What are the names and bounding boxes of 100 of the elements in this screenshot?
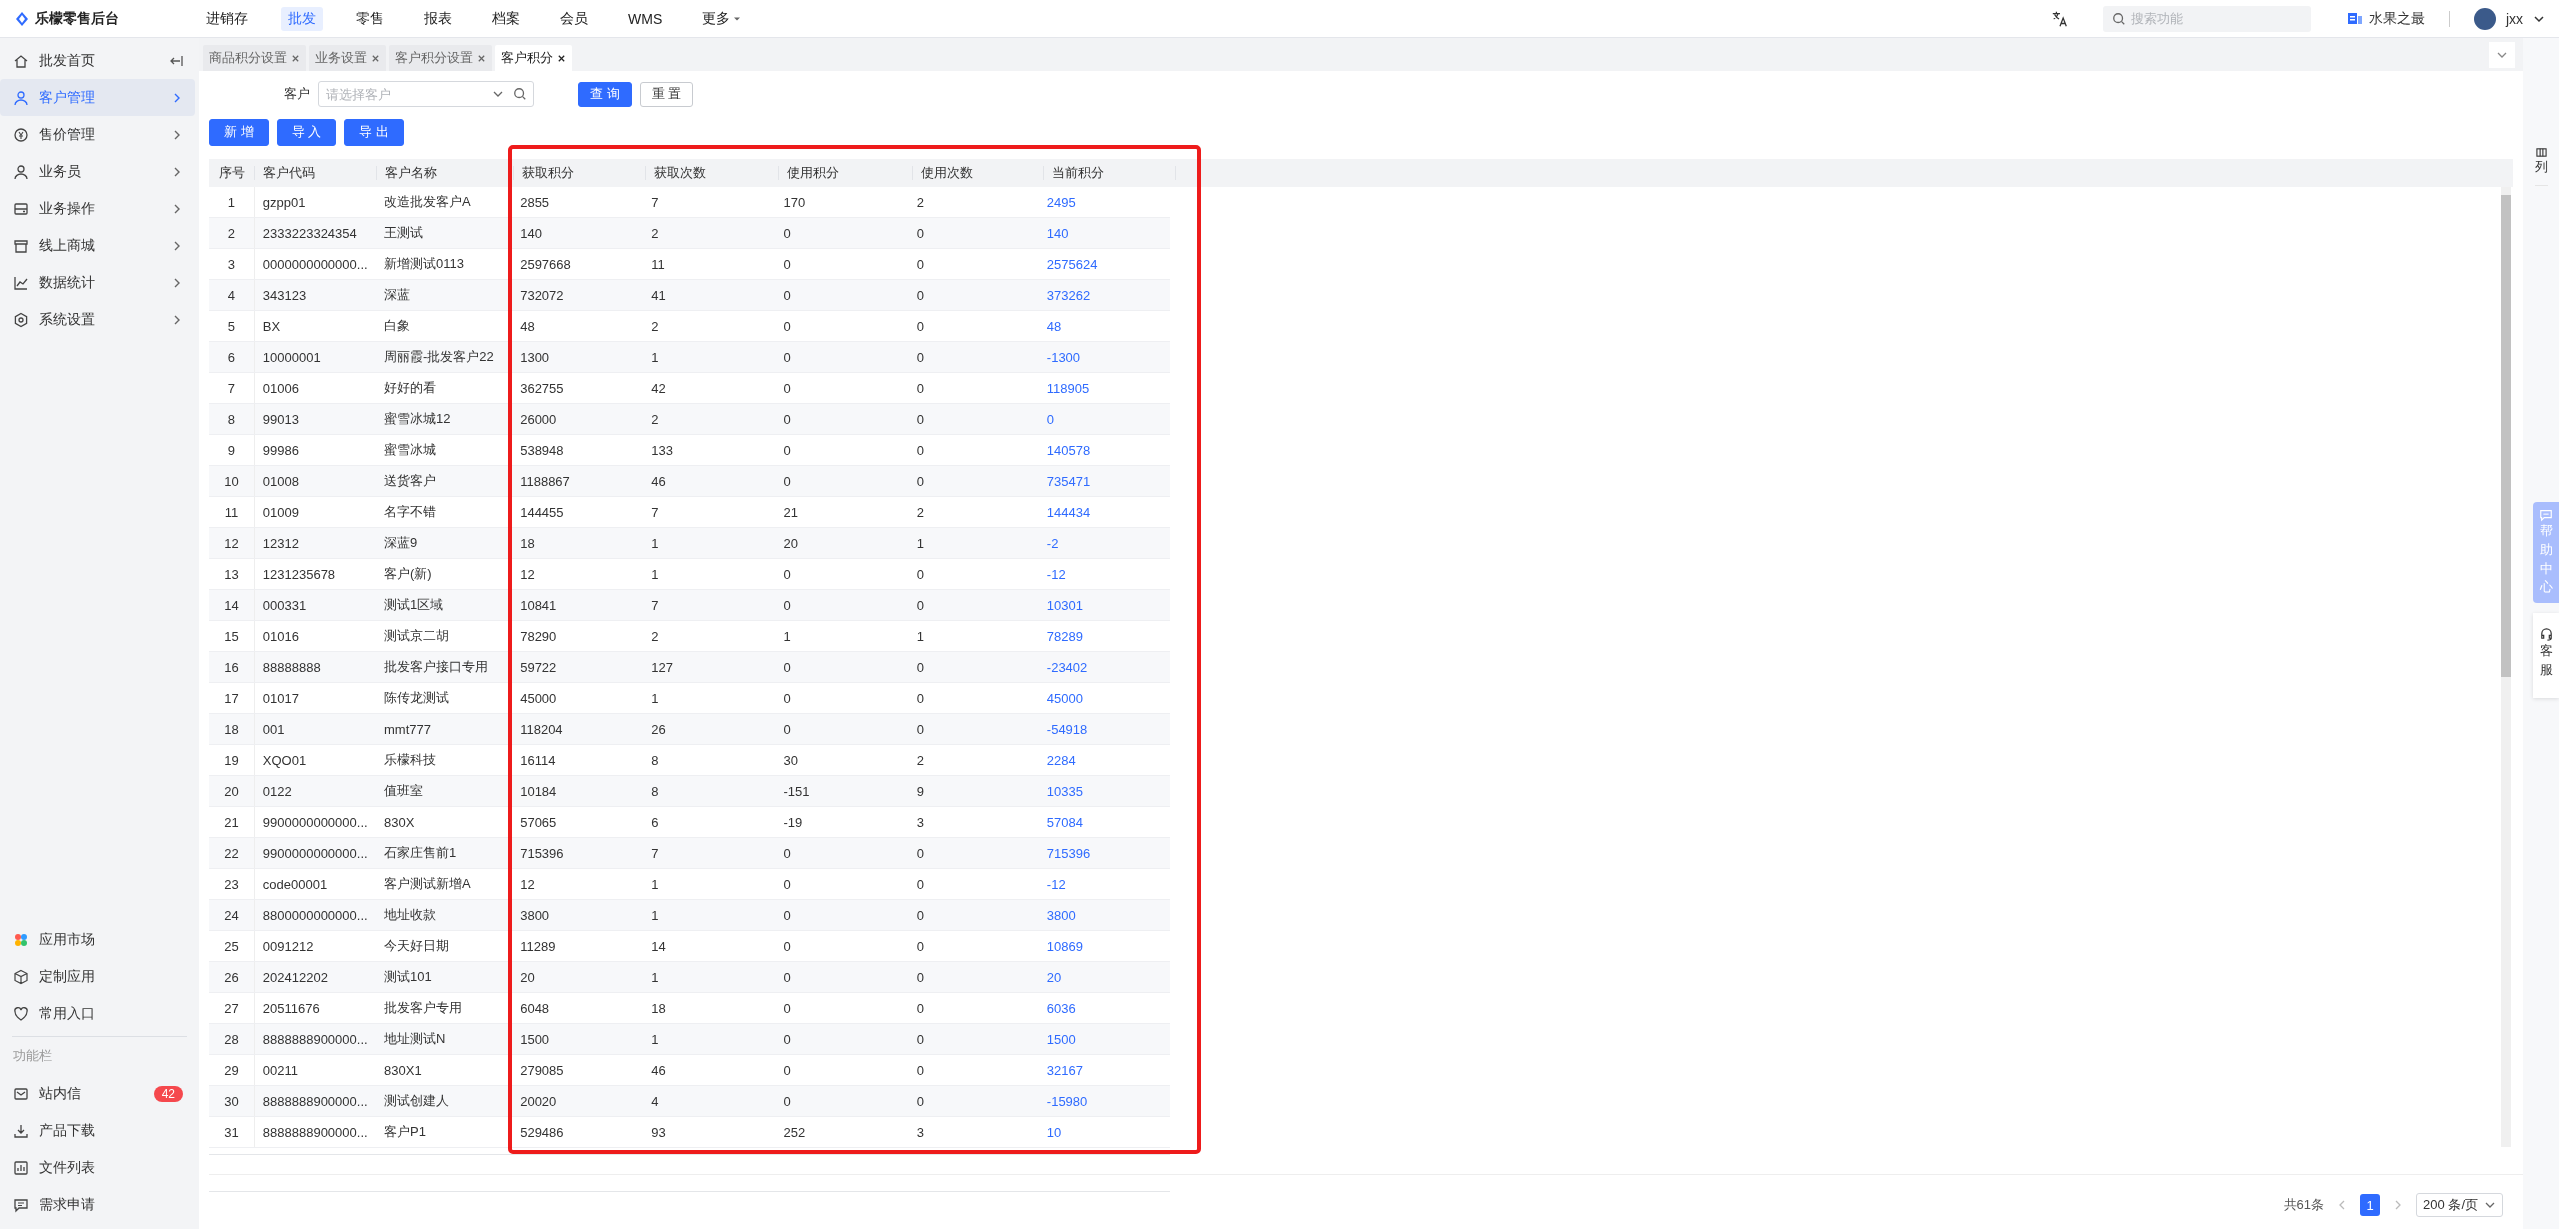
sidebar-item[interactable]: 客户管理	[0, 79, 195, 116]
points-link[interactable]: -23402	[1046, 659, 1088, 675]
sidebar-item[interactable]: 批发首页	[0, 42, 195, 79]
column-header[interactable]: 获取积分	[522, 164, 574, 182]
points-link[interactable]: -54918	[1046, 721, 1088, 737]
sidebar-item[interactable]: 文件列表	[0, 1149, 195, 1186]
page-size-select[interactable]: 200 条/页	[2416, 1193, 2503, 1217]
table-cell: 46	[651, 473, 666, 489]
points-link[interactable]: 57084	[1046, 814, 1083, 830]
page-number[interactable]: 1	[2360, 1194, 2381, 1216]
points-link[interactable]: 48	[1046, 318, 1062, 334]
table-cell: 王测试	[384, 224, 424, 242]
points-link[interactable]: 373262	[1046, 287, 1091, 303]
table-cell: 12312	[262, 535, 299, 551]
table-cell: -19	[783, 814, 803, 830]
column-header[interactable]: 获取次数	[654, 164, 706, 182]
points-link[interactable]: 10301	[1046, 597, 1083, 613]
points-link[interactable]: 45000	[1046, 690, 1083, 706]
translate-icon[interactable]	[2050, 9, 2069, 28]
page-tab[interactable]: 客户积分设置	[389, 45, 492, 71]
column-header[interactable]: 客户代码	[263, 164, 315, 182]
points-link[interactable]: 3800	[1046, 907, 1076, 923]
nav-item[interactable]: 批发	[281, 6, 323, 31]
user-name[interactable]: jxx	[2505, 10, 2523, 27]
table-cell: 20	[783, 535, 798, 551]
nav-item[interactable]: 零售	[349, 6, 391, 31]
search-field[interactable]: 搜索功能	[2102, 5, 2311, 32]
table-cell: 1	[651, 907, 659, 923]
points-link[interactable]: 140578	[1046, 442, 1091, 458]
sidebar-item[interactable]: 常用入口	[0, 995, 195, 1032]
nav-item[interactable]: 档案	[485, 6, 527, 31]
table-cell: 3	[916, 1124, 924, 1140]
points-link[interactable]: 1500	[1046, 1031, 1076, 1047]
sidebar-item[interactable]: 业务操作	[0, 190, 195, 227]
action-button[interactable]: 导 入	[276, 118, 337, 146]
column-header[interactable]: 客户名称	[385, 164, 437, 182]
table-cell: 279085	[520, 1062, 564, 1078]
page-tab[interactable]: 商品积分设置	[203, 45, 306, 71]
points-link[interactable]: 2495	[1046, 194, 1076, 210]
sidebar-item[interactable]: 线上商城	[0, 227, 195, 264]
nav-item[interactable]: 更多	[695, 6, 749, 31]
column-settings-button[interactable]: 列	[2534, 143, 2548, 186]
sidebar-item[interactable]: 数据统计	[0, 264, 195, 301]
collapse-icon[interactable]	[169, 53, 183, 68]
reset-button[interactable]: 重 置	[639, 81, 694, 107]
points-link[interactable]: 2284	[1046, 752, 1076, 768]
customer-select[interactable]: 请选择客户	[318, 81, 534, 107]
nav-item[interactable]: 进销存	[199, 6, 255, 31]
sidebar-item[interactable]: 需求申请	[0, 1186, 195, 1223]
mail-icon	[13, 1085, 29, 1102]
points-link[interactable]: -12	[1046, 876, 1066, 892]
column-header[interactable]: 当前积分	[1052, 164, 1104, 182]
action-button[interactable]: 导 出	[344, 118, 404, 146]
user-icon	[13, 163, 29, 180]
points-link[interactable]: 144434	[1046, 504, 1091, 520]
points-link[interactable]: -1300	[1046, 349, 1081, 365]
table-cell: 22	[224, 845, 239, 861]
points-link[interactable]: -12	[1046, 566, 1066, 582]
column-header[interactable]: 使用积分	[787, 164, 839, 182]
table-cell: 0	[783, 380, 791, 396]
points-link[interactable]: 20	[1046, 969, 1062, 985]
sidebar-item[interactable]: 定制应用	[0, 958, 195, 995]
points-link[interactable]: 32167	[1046, 1062, 1083, 1078]
table-cell: 59722	[520, 659, 557, 675]
table-cell: 0	[783, 1062, 791, 1078]
points-link[interactable]: 6036	[1046, 1000, 1076, 1016]
customer-service-button[interactable]: 客服	[2533, 613, 2559, 698]
points-link[interactable]: 10869	[1046, 938, 1083, 954]
sidebar-item[interactable]: 站内信 42	[0, 1075, 195, 1112]
sidebar-item[interactable]: 售价管理	[0, 116, 195, 153]
points-link[interactable]: 715396	[1046, 845, 1091, 861]
table-cell: 蜜雪冰城12	[384, 410, 451, 428]
points-link[interactable]: 10	[1046, 1124, 1062, 1140]
search-icon[interactable]	[513, 87, 527, 101]
points-link[interactable]: -15980	[1046, 1093, 1088, 1109]
action-button[interactable]: 新 增	[209, 118, 269, 146]
sidebar-item[interactable]: 系统设置	[0, 301, 195, 338]
avatar[interactable]	[2473, 7, 2496, 30]
store-name[interactable]: 水果之最	[2368, 9, 2425, 28]
points-link[interactable]: 140	[1046, 225, 1069, 241]
sidebar-item[interactable]: 应用市场	[0, 921, 195, 958]
page-tab[interactable]: 业务设置	[309, 45, 386, 71]
close-icon[interactable]	[557, 53, 566, 63]
column-header[interactable]: 使用次数	[921, 164, 973, 182]
column-header[interactable]: 序号	[218, 164, 245, 182]
nav-item[interactable]: WMS	[621, 6, 670, 31]
page-tab[interactable]: 客户积分	[495, 45, 572, 71]
points-link[interactable]: 0	[1046, 411, 1055, 427]
scrollbar[interactable]	[2501, 187, 2511, 1147]
points-link[interactable]: 10335	[1046, 783, 1083, 799]
points-link[interactable]: 2575624	[1046, 256, 1098, 272]
points-link[interactable]: 735471	[1046, 473, 1091, 489]
points-link[interactable]: 78289	[1046, 628, 1083, 644]
nav-item[interactable]: 报表	[417, 6, 459, 31]
sidebar-item[interactable]: 业务员	[0, 153, 195, 190]
nav-item[interactable]: 会员	[553, 6, 595, 31]
points-link[interactable]: -2	[1046, 535, 1059, 551]
query-button[interactable]: 查 询	[578, 81, 632, 107]
sidebar-item[interactable]: 产品下载	[0, 1112, 195, 1149]
points-link[interactable]: 118905	[1046, 380, 1090, 396]
